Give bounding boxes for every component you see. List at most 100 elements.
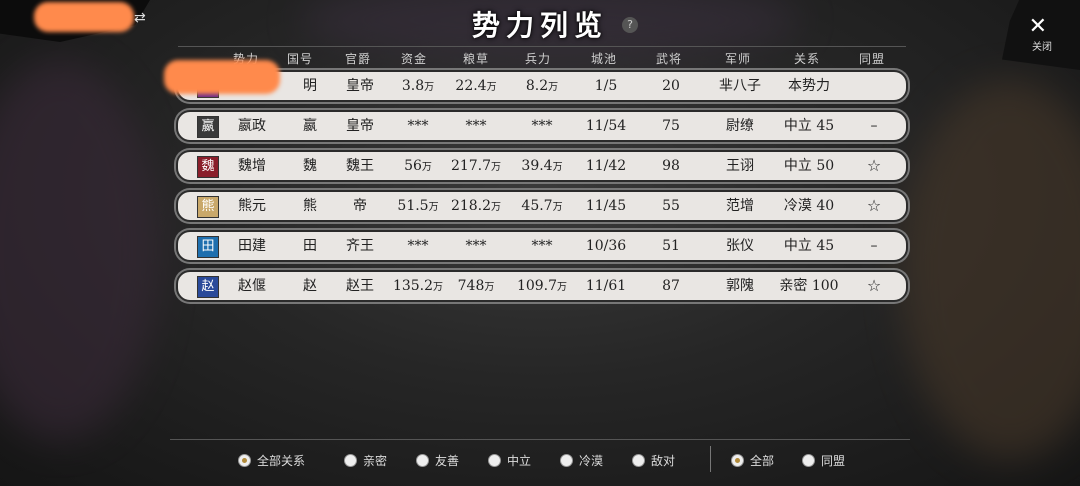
alliance-filter-option[interactable]: 同盟 xyxy=(802,452,845,468)
relation-status: 本势力 xyxy=(788,78,830,94)
country-name: 嬴 xyxy=(303,118,317,134)
radio-button[interactable] xyxy=(416,453,429,467)
faction-leader: 田建 xyxy=(238,238,266,254)
funds-value: 135.2万 xyxy=(392,278,444,294)
funds-value: 56万 xyxy=(404,158,432,174)
funds-value: *** xyxy=(407,118,429,134)
filter-label: 全部关系 xyxy=(257,453,306,468)
radio-button[interactable] xyxy=(560,453,573,467)
troops-value: 8.2万 xyxy=(525,78,559,94)
radio-button[interactable] xyxy=(731,453,744,467)
cities-value: 11/54 xyxy=(585,118,627,134)
troops-value: *** xyxy=(531,238,553,254)
faction-leader: 赵偃 xyxy=(238,278,266,294)
alliance-status[interactable]: ☆ xyxy=(867,192,881,220)
generals-value: 98 xyxy=(662,158,680,174)
radio-button[interactable] xyxy=(344,453,357,467)
column-header-advisor: 军师 xyxy=(724,52,752,66)
relation-filter-option[interactable]: 中立 xyxy=(488,452,531,468)
country-name: 赵 xyxy=(303,278,317,294)
advisor-name: 郭隗 xyxy=(726,278,754,294)
page-title: 势力列览 xyxy=(471,9,608,42)
unit-label: 万 xyxy=(421,162,432,173)
advisor-name: 范增 xyxy=(726,198,754,214)
generals-value: 55 xyxy=(662,198,680,214)
food-value: *** xyxy=(465,118,487,134)
column-header-cities: 城池 xyxy=(590,52,618,66)
table-row[interactable]: 田 田建 田 齐王 *** *** *** 10/36 51 张仪 中立 45 – xyxy=(176,230,908,262)
redacted-area xyxy=(164,60,280,94)
rank-title: 皇帝 xyxy=(346,78,374,94)
column-header-generals: 武将 xyxy=(655,52,683,66)
help-icon[interactable]: ? xyxy=(622,17,638,33)
advisor-name: 芈八子 xyxy=(719,78,761,94)
unit-label: 万 xyxy=(552,162,563,173)
filter-separator xyxy=(710,446,711,472)
radio-button[interactable] xyxy=(488,453,501,467)
table-row[interactable]: 赵 赵偃 赵 赵王 135.2万 748万 109.7万 11/61 87 郭隗 亲密 100 ☆ xyxy=(176,270,908,302)
filter-label: 同盟 xyxy=(821,453,846,468)
cities-value: 11/45 xyxy=(585,198,627,214)
relation-filter-option[interactable]: 亲密 xyxy=(344,452,387,468)
faction-flag-icon: 嬴 xyxy=(197,116,219,138)
radio-button[interactable] xyxy=(632,453,645,467)
table-row[interactable]: 魏 魏增 魏 魏王 56万 217.7万 39.4万 11/42 98 王诩 中立 50 ☆ xyxy=(176,150,908,182)
unit-label: 万 xyxy=(484,282,495,293)
relation-filter-option[interactable]: 友善 xyxy=(416,452,459,468)
faction-leader: 熊元 xyxy=(238,198,266,214)
filter-label: 友善 xyxy=(435,453,460,468)
table-header: 势力 国号 官爵 资金 粮草 兵力 城池 武将 军师 关系 同盟 xyxy=(0,50,1080,70)
country-name: 熊 xyxy=(303,198,317,214)
column-header-funds: 资金 xyxy=(400,52,428,66)
faction-flag-icon: 熊 xyxy=(197,196,219,218)
table-row[interactable]: 嬴 嬴政 嬴 皇帝 *** *** *** 11/54 75 尉缭 中立 45 – xyxy=(176,110,908,142)
rank-title: 魏王 xyxy=(346,158,374,174)
funds-value: 3.8万 xyxy=(401,78,435,94)
funds-value: 51.5万 xyxy=(397,198,439,214)
relation-status: 中立 45 xyxy=(783,118,835,134)
food-value: 748万 xyxy=(457,278,495,294)
relation-status: 中立 45 xyxy=(783,238,835,254)
radio-button[interactable] xyxy=(802,453,815,467)
relation-filter-option[interactable]: 敌对 xyxy=(632,452,675,468)
footer-divider xyxy=(170,439,910,440)
filter-label: 亲密 xyxy=(363,453,388,468)
troops-value: 109.7万 xyxy=(516,278,568,294)
radio-button[interactable] xyxy=(238,453,251,467)
faction-flag-icon: 赵 xyxy=(197,276,219,298)
table-row[interactable]: 明 皇帝 3.8万 22.4万 8.2万 1/5 20 芈八子 本势力 xyxy=(176,70,908,102)
close-icon[interactable]: ✕ xyxy=(1029,14,1047,39)
alliance-filter-option[interactable]: 全部 xyxy=(731,452,774,468)
table-row[interactable]: 熊 熊元 熊 帝 51.5万 218.2万 45.7万 11/45 55 范增 冷漠 40 ☆ xyxy=(176,190,908,222)
alliance-status: – xyxy=(870,118,878,134)
funds-value: *** xyxy=(407,238,429,254)
country-name: 明 xyxy=(303,78,317,94)
generals-value: 75 xyxy=(662,118,680,134)
advisor-name: 王诩 xyxy=(726,158,754,174)
generals-value: 51 xyxy=(662,238,680,254)
food-value: 218.2万 xyxy=(450,198,502,214)
generals-value: 87 xyxy=(662,278,680,294)
alliance-status[interactable]: ☆ xyxy=(867,272,881,300)
relation-filter-option[interactable]: 冷漠 xyxy=(560,452,603,468)
alliance-status[interactable]: ☆ xyxy=(867,152,881,180)
troops-value: *** xyxy=(531,118,553,134)
unit-label: 万 xyxy=(433,282,444,293)
relation-status: 冷漠 40 xyxy=(783,198,835,214)
unit-label: 万 xyxy=(552,202,563,213)
cities-value: 11/42 xyxy=(585,158,627,174)
unit-label: 万 xyxy=(491,162,502,173)
column-header-food: 粮草 xyxy=(462,52,490,66)
faction-leader: 嬴政 xyxy=(238,118,266,134)
filter-label: 全部 xyxy=(750,453,775,468)
unit-label: 万 xyxy=(548,82,559,93)
column-header-alliance: 同盟 xyxy=(858,52,886,66)
food-value: 22.4万 xyxy=(455,78,497,94)
advisor-name: 尉缭 xyxy=(726,118,754,134)
unit-label: 万 xyxy=(557,282,568,293)
relation-filter-option[interactable]: 全部关系 xyxy=(238,452,305,468)
faction-flag-icon: 田 xyxy=(197,236,219,258)
filter-label: 中立 xyxy=(507,453,532,468)
header-divider xyxy=(178,46,906,47)
country-name: 田 xyxy=(303,238,317,254)
